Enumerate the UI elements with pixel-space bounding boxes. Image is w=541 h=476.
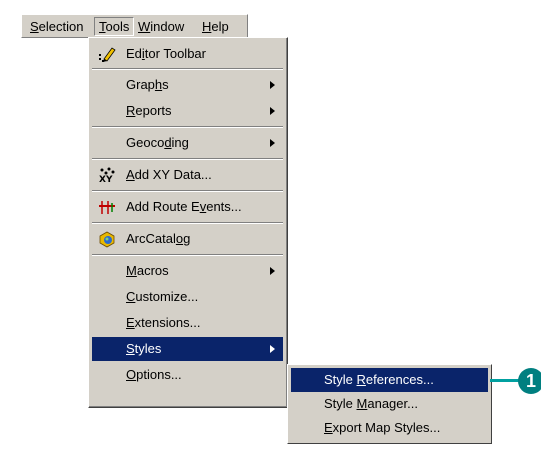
- menu-item-add-route-events[interactable]: Add Route Events...: [92, 195, 283, 219]
- menu-mnemonic: S: [30, 19, 39, 34]
- submenu-arrow-icon: [270, 139, 275, 147]
- submenu-item-style-references[interactable]: Style References...: [291, 368, 488, 392]
- menu-item-label: Options...: [126, 367, 182, 382]
- menu-item-graphs[interactable]: Graphs: [92, 73, 283, 97]
- menu-tools[interactable]: Tools: [94, 17, 135, 36]
- submenu-item-style-manager[interactable]: Style Manager...: [291, 392, 488, 416]
- xy-data-icon: XY: [99, 167, 115, 184]
- menu-label-rest: ools: [105, 19, 130, 34]
- route-events-icon: [99, 201, 115, 214]
- menu-item-label: Geocoding: [126, 135, 189, 150]
- menu-item-add-xy-data[interactable]: XY Add XY Data...: [92, 163, 283, 187]
- menu-label-rest: election: [38, 19, 84, 34]
- tools-dropdown-menu: Editor Toolbar Graphs Reports Geocoding …: [88, 37, 288, 408]
- menu-selection[interactable]: Selection: [26, 17, 87, 36]
- menu-item-geocoding[interactable]: Geocoding: [92, 131, 283, 155]
- submenu-arrow-icon: [270, 107, 275, 115]
- menu-item-reports[interactable]: Reports: [92, 99, 283, 123]
- menu-item-styles[interactable]: Styles: [92, 337, 283, 361]
- menu-help[interactable]: Help: [198, 17, 233, 36]
- menu-item-macros[interactable]: Macros: [92, 259, 283, 283]
- menu-item-label: Editor Toolbar: [126, 46, 206, 61]
- menu-mnemonic: W: [138, 19, 151, 34]
- menu-separator: [92, 254, 283, 256]
- menu-separator: [92, 68, 283, 70]
- styles-submenu: Style References... Style Manager... Exp…: [287, 364, 492, 444]
- menu-item-arccatalog[interactable]: ArcCatalog: [92, 227, 283, 251]
- menu-separator: [92, 190, 283, 192]
- menu-item-label: Extensions...: [126, 315, 201, 330]
- menu-item-label: Add Route Events...: [126, 199, 242, 214]
- menu-window[interactable]: Window: [134, 17, 188, 36]
- menu-item-label: Styles: [126, 341, 162, 356]
- menu-item-options[interactable]: Options...: [92, 363, 283, 387]
- menu-item-editor-toolbar[interactable]: Editor Toolbar: [92, 42, 283, 66]
- submenu-item-export-map-styles[interactable]: Export Map Styles...: [291, 416, 488, 440]
- menu-separator: [92, 222, 283, 224]
- submenu-item-label: Style Manager...: [324, 396, 418, 411]
- menu-item-label: Macros: [126, 263, 169, 278]
- editor-pencil-icon: [99, 47, 116, 62]
- menu-item-label: Reports: [126, 103, 172, 118]
- menu-item-customize[interactable]: Customize...: [92, 285, 283, 309]
- menu-item-label: Customize...: [126, 289, 199, 304]
- menu-label-rest: elp: [211, 19, 229, 34]
- menu-label-rest: indow: [150, 19, 185, 34]
- menu-separator: [92, 126, 283, 128]
- menu-mnemonic: H: [202, 19, 212, 34]
- arccatalog-icon: [99, 231, 115, 248]
- step-number-badge: 1: [518, 368, 541, 394]
- submenu-item-label: Style References...: [324, 372, 434, 387]
- menu-item-extensions[interactable]: Extensions...: [92, 311, 283, 335]
- menu-bar: Selection Tools Window Help: [21, 14, 248, 38]
- svg-text:XY: XY: [99, 175, 113, 184]
- menu-separator: [92, 158, 283, 160]
- menu-item-label: Graphs: [126, 77, 169, 92]
- submenu-arrow-icon: [270, 345, 275, 353]
- submenu-item-label: Export Map Styles...: [324, 420, 441, 435]
- menu-item-label: Add XY Data...: [126, 167, 212, 182]
- menu-item-label: ArcCatalog: [126, 231, 191, 246]
- submenu-arrow-icon: [270, 267, 275, 275]
- submenu-arrow-icon: [270, 81, 275, 89]
